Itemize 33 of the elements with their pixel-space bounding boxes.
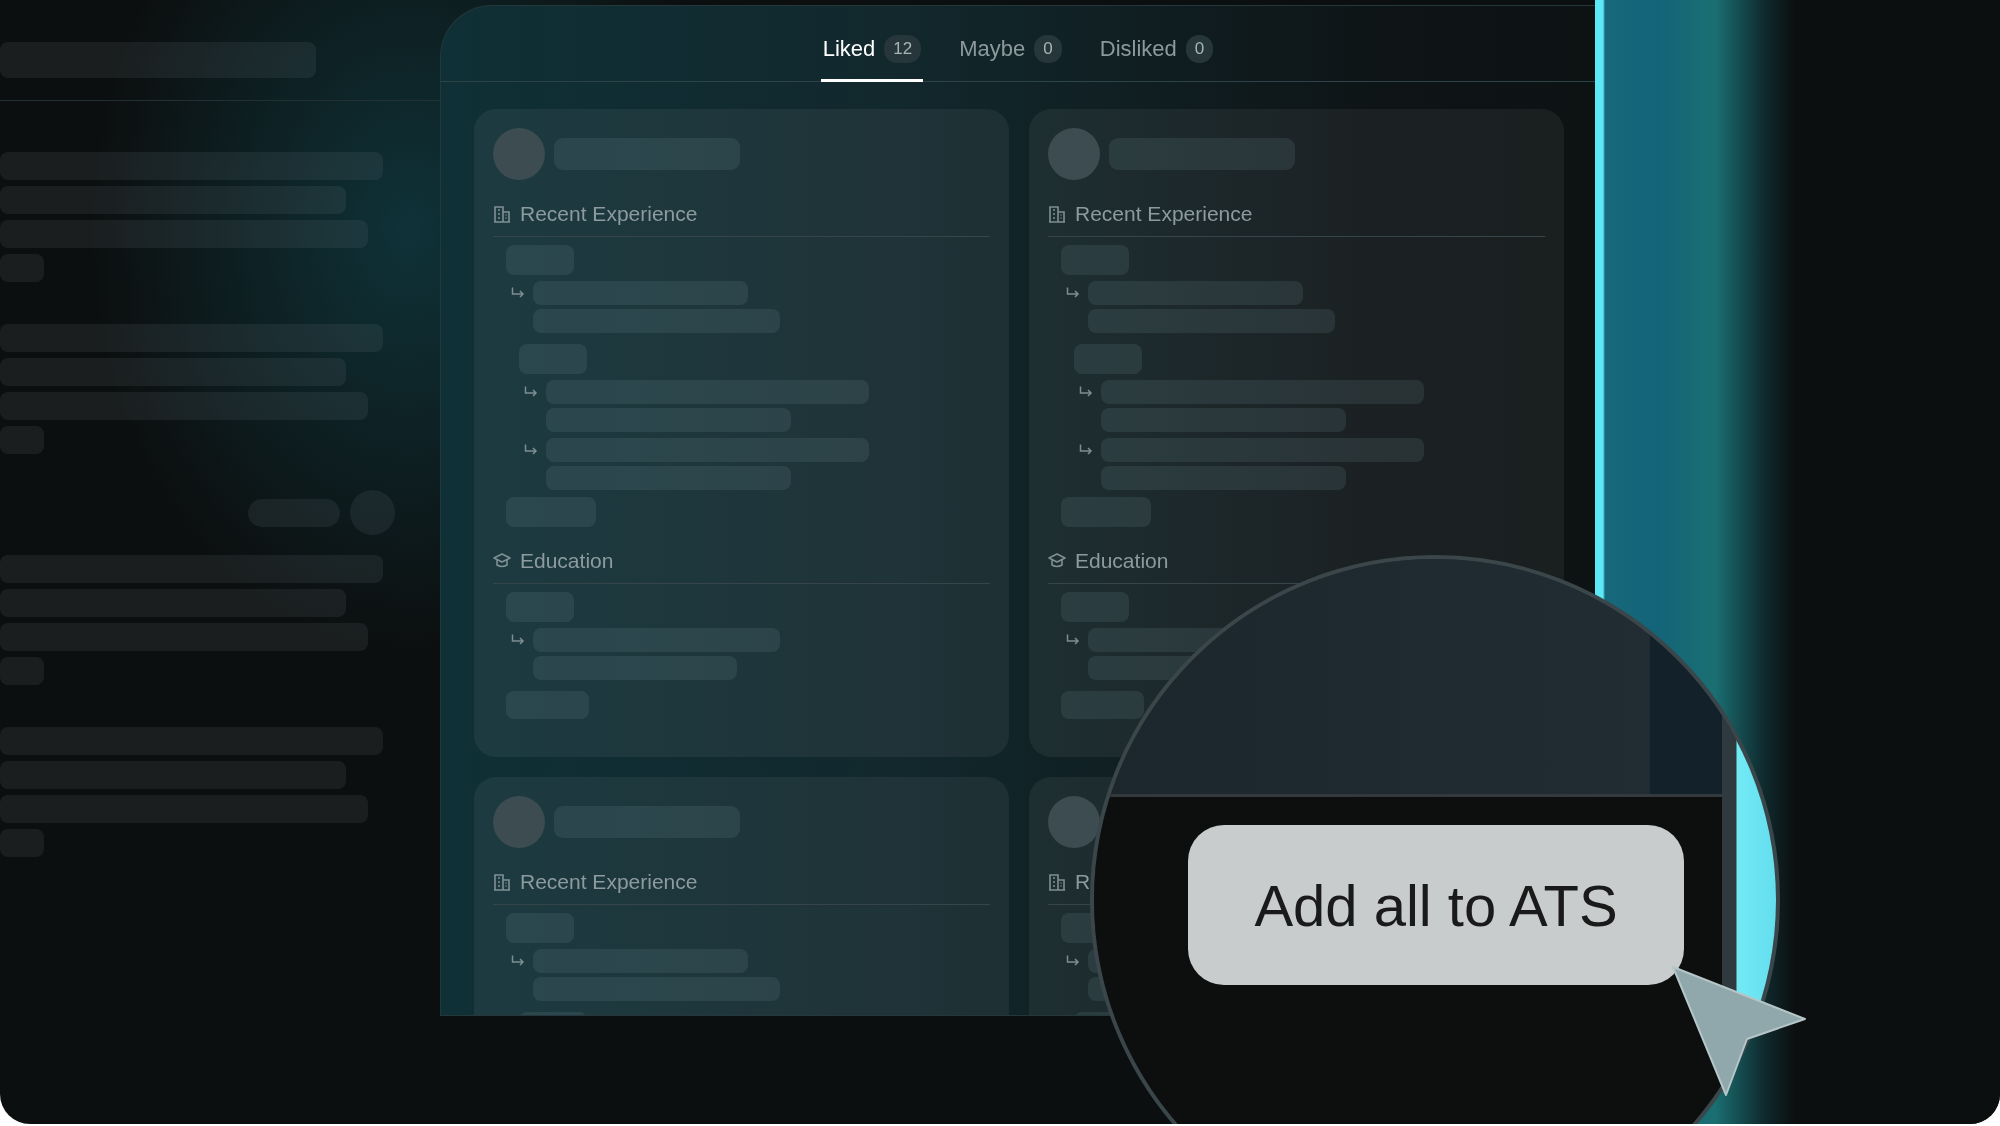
avatar-placeholder (493, 796, 545, 848)
count-badge: 0 (1034, 34, 1062, 63)
building-icon (493, 205, 511, 223)
return-arrow-icon (511, 287, 525, 299)
return-arrow-icon (1066, 634, 1080, 646)
graduation-cap-icon (1048, 552, 1066, 570)
tab[interactable]: Maybe 0 (957, 6, 1064, 82)
tab[interactable]: Liked 12 (820, 6, 924, 82)
section-heading: Education (520, 549, 614, 573)
return-arrow-icon (524, 386, 538, 398)
section-heading: Recent Experience (520, 870, 698, 894)
section-heading: R (1075, 870, 1091, 894)
building-icon (1048, 205, 1066, 223)
graduation-cap-icon (493, 552, 511, 570)
building-icon (493, 873, 511, 891)
avatar-placeholder (1048, 128, 1100, 180)
avatar-placeholder (493, 128, 545, 180)
cursor-arrow-icon (1669, 963, 1809, 1099)
section-heading: Recent Experience (520, 202, 698, 226)
return-arrow-icon (1066, 287, 1080, 299)
return-arrow-icon (1066, 955, 1080, 967)
return-arrow-icon (511, 955, 525, 967)
return-arrow-icon (511, 634, 525, 646)
return-arrow-icon (524, 444, 538, 456)
add-all-to-ats-button[interactable]: Add all to ATS (1188, 825, 1684, 985)
section-heading: Recent Experience (1075, 202, 1253, 226)
section-heading: Education (1075, 549, 1169, 573)
return-arrow-icon (1079, 444, 1093, 456)
count-badge: 12 (884, 34, 922, 63)
tab[interactable]: Disliked 0 (1097, 6, 1216, 82)
return-arrow-icon (1079, 386, 1093, 398)
building-icon (1048, 873, 1066, 891)
count-badge: 0 (1185, 34, 1214, 63)
